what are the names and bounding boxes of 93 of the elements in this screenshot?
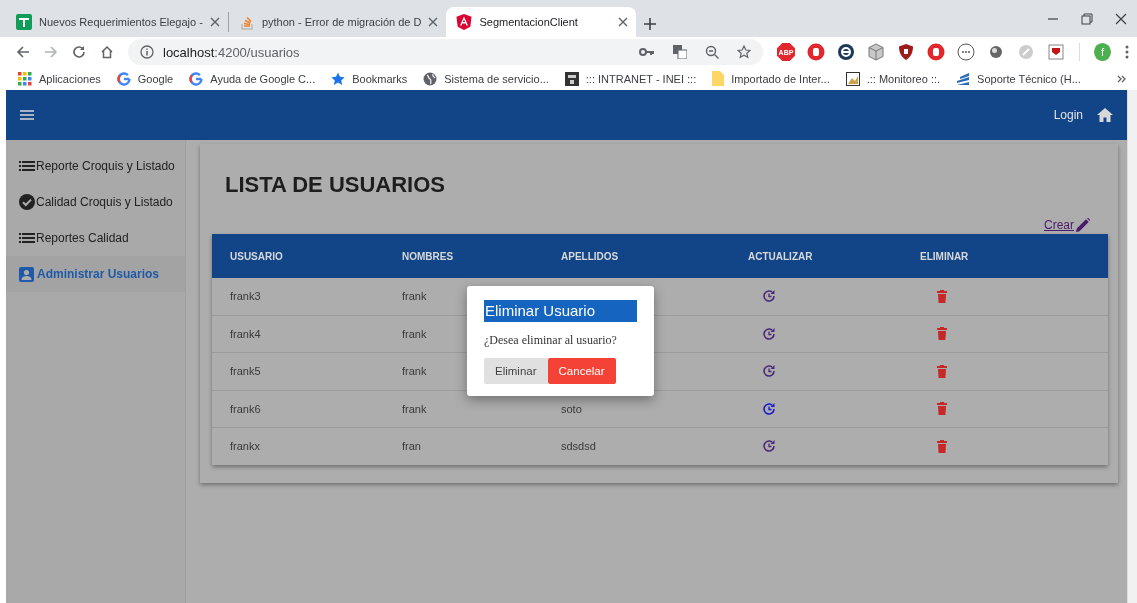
trash-icon[interactable]: [937, 327, 947, 341]
login-link[interactable]: Login: [1053, 108, 1083, 122]
url-path: :4200/usuarios: [214, 44, 300, 60]
page-title: LISTA DE USUARIOS: [225, 172, 446, 198]
browser-tab[interactable]: Nuevos Requerimientos Elegajo -: [6, 7, 228, 37]
trash-icon[interactable]: [937, 439, 947, 453]
table-cell: frank6: [230, 402, 261, 415]
bookmark-link[interactable]: Sistema de servicio...: [444, 72, 549, 85]
bookmark-link[interactable]: Ayuda de Google C...: [210, 72, 316, 85]
menu-icon[interactable]: [20, 110, 34, 120]
table-cell: fran: [402, 440, 421, 453]
dark-square-icon: [564, 71, 579, 86]
sidebar-item[interactable]: Reporte Croquis y Listado: [6, 148, 185, 184]
google-g-icon: [189, 71, 204, 86]
translate-icon[interactable]: [672, 45, 687, 59]
url-host: localhost: [163, 44, 215, 60]
trash-icon[interactable]: [937, 289, 947, 303]
column-header: NOMBRES: [402, 250, 454, 262]
e-circle-icon[interactable]: [836, 43, 855, 61]
close-icon[interactable]: [1115, 12, 1127, 25]
pencil-icon[interactable]: [1076, 218, 1090, 232]
table-cell: frankx: [230, 440, 260, 453]
square-icon[interactable]: [1046, 43, 1065, 61]
table-cell: soto: [561, 402, 582, 415]
close-icon[interactable]: [428, 17, 439, 27]
table-cell: frank3: [230, 290, 261, 303]
bookmark-link[interactable]: Aplicaciones: [39, 72, 101, 85]
spreadsheet-icon: [16, 14, 32, 30]
delete-button[interactable]: Eliminar: [484, 358, 548, 384]
home-icon[interactable]: [1097, 108, 1113, 122]
cancel-button[interactable]: Cancelar: [547, 358, 616, 384]
reload-icon[interactable]: [72, 45, 86, 59]
browser-tab[interactable]: SegmentacionClient: [446, 7, 637, 37]
key-icon[interactable]: [638, 47, 655, 57]
bookmark-link[interactable]: Soporte Técnico (H...: [977, 72, 1081, 85]
list-icon: [19, 232, 35, 244]
refresh-clock-icon[interactable]: [762, 289, 776, 304]
zoom-out-icon[interactable]: [704, 45, 719, 59]
stack-icon: [238, 14, 255, 30]
list-icon: [19, 160, 35, 172]
dialog-title: Eliminar Usuario: [484, 300, 637, 322]
info-icon: [140, 45, 154, 59]
table-cell: frank: [402, 365, 427, 378]
refresh-clock-icon[interactable]: [762, 401, 776, 416]
column-header: ELIMINAR: [920, 250, 969, 262]
more-menu-icon[interactable]: [1125, 45, 1129, 59]
bookmark-link[interactable]: Google: [137, 72, 174, 85]
shield-logo-icon: [456, 14, 473, 30]
create-link[interactable]: Crear: [1044, 218, 1074, 232]
shield-icon[interactable]: [896, 43, 915, 61]
double-chevron-icon[interactable]: [1117, 73, 1127, 84]
scrollbar[interactable]: [1127, 90, 1137, 603]
bookmark-link[interactable]: .:: Monitoreo ::.: [866, 72, 941, 85]
column-header: APELLIDOS: [561, 250, 619, 262]
table-cell: frank5: [230, 365, 261, 378]
home-icon[interactable]: [100, 45, 114, 59]
column-header: USUSARIO: [230, 250, 283, 262]
user-badge-icon: [19, 266, 34, 282]
table-cell: frank4: [230, 327, 261, 340]
trash-icon[interactable]: [937, 364, 947, 378]
globe-icon: [423, 71, 438, 86]
bars-logo-icon: [956, 71, 971, 86]
restore-icon[interactable]: [1081, 12, 1093, 25]
table-cell: frank: [402, 402, 427, 415]
trash-icon[interactable]: [937, 402, 947, 416]
bookmark-link[interactable]: Importado de Inter...: [731, 72, 830, 85]
table-cell: frank: [402, 290, 427, 303]
new-tab-icon[interactable]: [644, 18, 657, 30]
browser-tab[interactable]: python - Error de migración de D: [228, 7, 447, 37]
refresh-clock-icon[interactable]: [762, 439, 776, 454]
apps-grid-icon: [18, 71, 32, 86]
check-circle-icon: [19, 194, 35, 210]
table-cell: frank: [402, 327, 427, 340]
ellipsis-circle-icon[interactable]: [956, 43, 975, 61]
address-bar[interactable]: localhost:4200/usuarios: [128, 39, 763, 65]
image-icon: [845, 71, 860, 86]
google-g-icon: [116, 71, 131, 86]
table-cell: sdsdsd: [561, 440, 596, 453]
dialog-message: ¿Desea eliminar al usuario?: [484, 333, 618, 348]
column-header: ACTUALIZAR: [748, 250, 813, 262]
cube-icon[interactable]: [866, 43, 885, 61]
folder-icon: [712, 71, 725, 86]
bookmark-link[interactable]: ::: INTRANET - INEI :::: [585, 72, 697, 85]
sidebar-item[interactable]: Reportes Calidad: [6, 220, 185, 256]
bookmark-link[interactable]: Bookmarks: [352, 72, 408, 85]
star-icon[interactable]: [736, 45, 751, 59]
sidebar-item[interactable]: Calidad Croquis y Listado: [6, 184, 185, 220]
close-icon[interactable]: [209, 17, 220, 27]
refresh-clock-icon[interactable]: [762, 364, 776, 379]
back-arrow-icon[interactable]: [16, 45, 30, 59]
star-icon: [331, 71, 346, 86]
refresh-clock-icon[interactable]: [762, 326, 776, 341]
close-icon[interactable]: [618, 17, 629, 27]
